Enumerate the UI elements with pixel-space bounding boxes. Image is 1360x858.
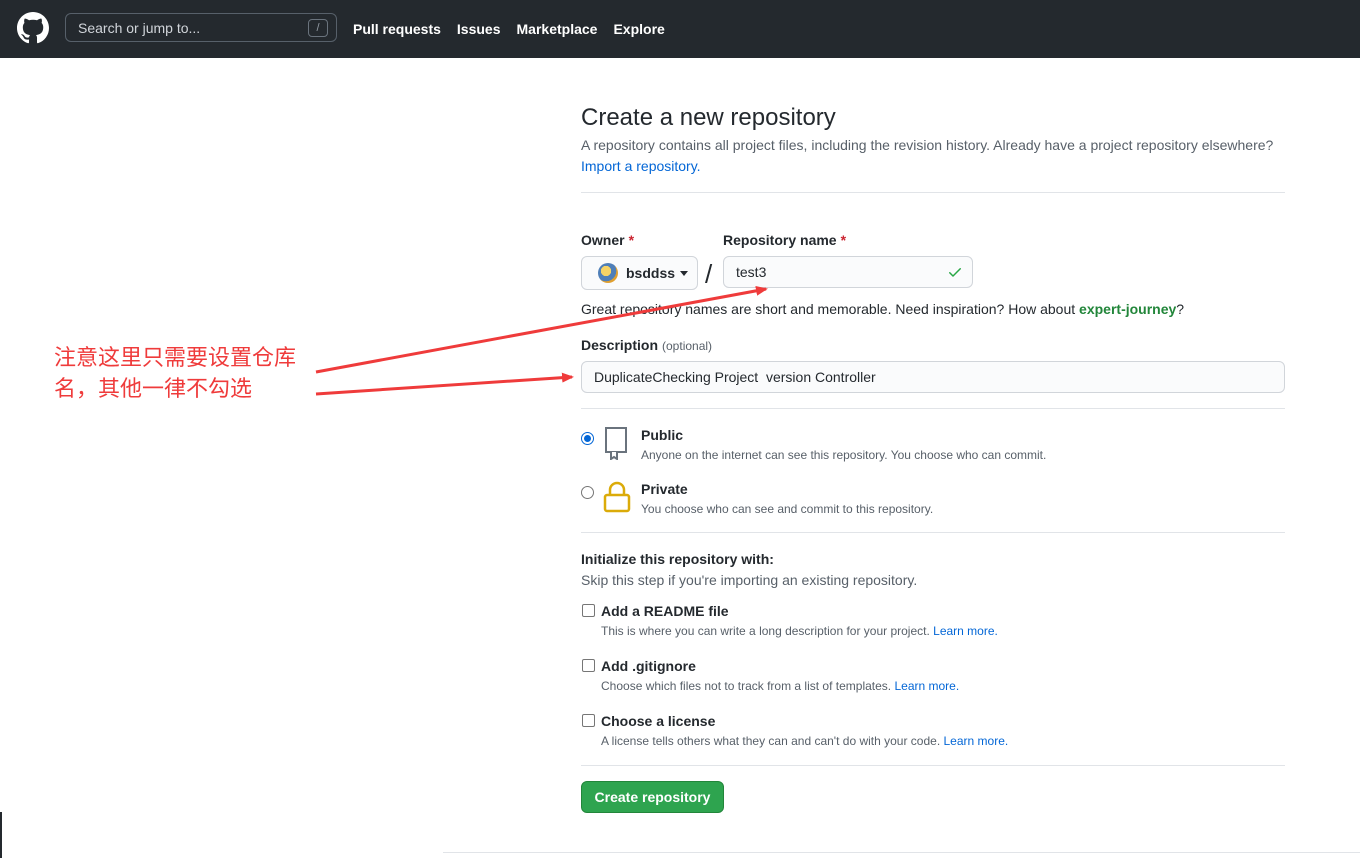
footer-divider xyxy=(443,852,1360,853)
annotation-line-1: 注意这里只需要设置仓库 xyxy=(54,346,297,371)
window-edge xyxy=(0,812,2,858)
top-header: / Pull requests Issues Marketplace Explo… xyxy=(0,0,1360,58)
gitignore-learn-more-link[interactable]: Learn more. xyxy=(894,679,959,693)
nav-pull-requests[interactable]: Pull requests xyxy=(353,21,441,37)
private-option-title: Private xyxy=(641,481,688,497)
init-section-title: Initialize this repository with: xyxy=(581,551,774,567)
nav-explore[interactable]: Explore xyxy=(613,21,664,37)
repo-name-hint: Great repository names are short and mem… xyxy=(581,301,1185,317)
github-logo-icon[interactable] xyxy=(17,12,49,44)
repo-book-icon xyxy=(605,427,627,460)
check-icon xyxy=(949,268,961,277)
license-checkbox[interactable] xyxy=(582,714,595,727)
annotation-arrow-to-description xyxy=(315,372,574,396)
description-input[interactable] xyxy=(581,361,1285,393)
search-box: / xyxy=(65,13,337,42)
search-input[interactable] xyxy=(66,14,336,41)
annotation-note: 注意这里只需要设置仓库 名，其他一律不勾选 xyxy=(54,343,334,405)
readme-option-desc: This is where you can write a long descr… xyxy=(601,624,998,638)
name-suggestion-link[interactable]: expert-journey xyxy=(1079,301,1176,317)
annotation-line-2: 名，其他一律不勾选 xyxy=(54,377,253,402)
owner-name: bsddss xyxy=(626,265,676,281)
readme-option-title: Add a README file xyxy=(601,603,729,619)
divider xyxy=(581,192,1285,193)
owner-dropdown-button[interactable]: bsddss xyxy=(581,256,698,290)
private-option-desc: You choose who can see and commit to thi… xyxy=(641,502,934,516)
gitignore-option-desc: Choose which files not to track from a l… xyxy=(601,679,960,693)
nav-marketplace[interactable]: Marketplace xyxy=(517,21,598,37)
public-radio[interactable] xyxy=(581,432,594,445)
divider xyxy=(581,532,1285,533)
import-repository-link[interactable]: Import a repository. xyxy=(581,158,701,174)
license-option-title: Choose a license xyxy=(601,713,716,729)
avatar xyxy=(598,263,618,283)
caret-down-icon xyxy=(680,270,689,276)
page-subtitle: A repository contains all project files,… xyxy=(581,137,1274,153)
owner-label: Owner * xyxy=(581,232,635,248)
license-learn-more-link[interactable]: Learn more. xyxy=(944,734,1009,748)
readme-checkbox[interactable] xyxy=(582,604,595,617)
create-repository-button[interactable]: Create repository xyxy=(581,781,724,813)
owner-repo-separator: / xyxy=(705,259,713,289)
divider xyxy=(581,408,1285,409)
repo-name-label: Repository name * xyxy=(723,232,847,248)
license-option-desc: A license tells others what they can and… xyxy=(601,734,1009,748)
slash-shortcut-key: / xyxy=(308,19,328,37)
public-option-desc: Anyone on the internet can see this repo… xyxy=(641,448,1047,462)
lock-icon xyxy=(603,481,631,513)
description-label: Description (optional) xyxy=(581,337,713,353)
divider xyxy=(581,765,1285,766)
repository-name-input[interactable] xyxy=(723,256,973,288)
init-section-subtitle: Skip this step if you're importing an ex… xyxy=(581,572,918,588)
header-nav: Pull requests Issues Marketplace Explore xyxy=(353,0,681,58)
gitignore-option-title: Add .gitignore xyxy=(601,658,696,674)
gitignore-checkbox[interactable] xyxy=(582,659,595,672)
readme-learn-more-link[interactable]: Learn more. xyxy=(933,624,998,638)
page-title: Create a new repository xyxy=(581,104,836,131)
public-option-title: Public xyxy=(641,427,684,443)
nav-issues[interactable]: Issues xyxy=(457,21,501,37)
private-radio[interactable] xyxy=(581,486,594,499)
